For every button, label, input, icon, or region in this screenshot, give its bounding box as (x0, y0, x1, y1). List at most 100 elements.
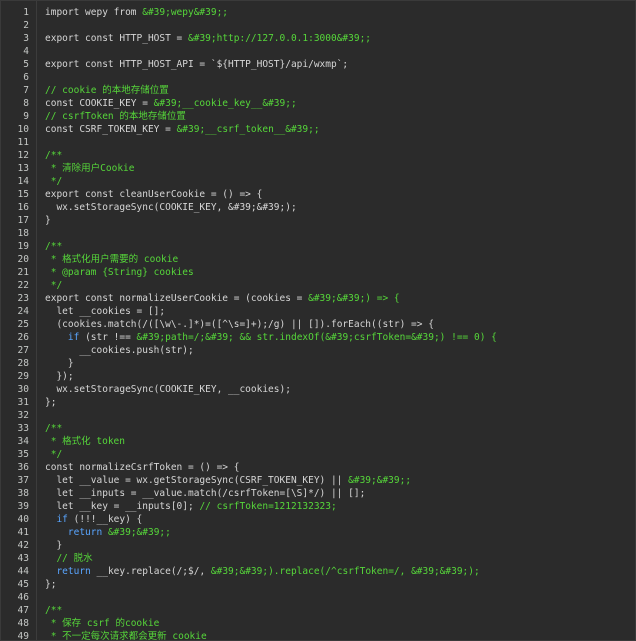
code-text: export const HTTP_HOST_API = `${HTTP_HOS… (29, 58, 348, 71)
code-area[interactable]: 1 import wepy from &#39;wepy&#39;; 2 3 expor… (1, 6, 635, 641)
code-line[interactable]: 33 /** (1, 422, 635, 435)
code-line[interactable]: 20 * 格式化用户需要的 cookie (1, 253, 635, 266)
code-line[interactable]: 19 /** (1, 240, 635, 253)
code-text: }; (29, 396, 56, 409)
code-editor[interactable]: 1 import wepy from &#39;wepy&#39;; 2 3 expor… (0, 0, 636, 641)
code-line[interactable]: 34 * 格式化 token (1, 435, 635, 448)
code-line[interactable]: 25 (cookies.match(/([\w\-.]*)=([^\s=]+);… (1, 318, 635, 331)
code-line[interactable]: 39 let __key = __inputs[0]; // csrfToken… (1, 500, 635, 513)
code-line[interactable]: 8 const COOKIE_KEY = &#39;__cookie_key__&… (1, 97, 635, 110)
code-line[interactable]: 30 wx.setStorageSync(COOKIE_KEY, __cooki… (1, 383, 635, 396)
code-line[interactable]: 32 (1, 409, 635, 422)
line-number: 23 (17, 293, 29, 304)
code-line[interactable]: 17} (1, 214, 635, 227)
line-number: 18 (17, 228, 29, 239)
code-line[interactable]: 14 */ (1, 175, 635, 188)
code-line[interactable]: 45}; (1, 578, 635, 591)
code-line[interactable]: 21 * @param {String} cookies (1, 266, 635, 279)
code-token: // csrfToken 的本地存储位置 (45, 111, 186, 122)
code-token: // cookie 的本地存储位置 (45, 85, 169, 96)
code-line[interactable]: 29 }); (1, 370, 635, 383)
line-number: 48 (17, 618, 29, 629)
line-number: 22 (17, 280, 29, 291)
code-line[interactable]: 31}; (1, 396, 635, 409)
code-text: wx.setStorageSync(COOKIE_KEY, __cookies)… (29, 383, 291, 396)
code-line[interactable]: 5 export const HTTP_HOST_API = `${HTTP_HO… (1, 58, 635, 71)
line-number: 9 (23, 111, 29, 122)
code-token: * @param {String} cookies (45, 267, 194, 278)
code-line[interactable]: 46 (1, 591, 635, 604)
code-line[interactable]: 2 (1, 19, 635, 32)
code-line[interactable]: 42 } (1, 539, 635, 552)
line-number: 39 (17, 501, 29, 512)
code-line[interactable]: 48 * 保存 csrf 的cookie (1, 617, 635, 630)
code-text: if (!!!__key) { (29, 513, 142, 526)
code-token: wx.setStorageSync(COOKIE_KEY, __cookies)… (45, 384, 291, 395)
code-text: // cookie 的本地存储位置 (29, 84, 169, 97)
code-line[interactable]: 41 return &#39;&#39;; (1, 526, 635, 539)
code-line[interactable]: 47 /** (1, 604, 635, 617)
line-number: 4 (23, 46, 29, 57)
code-token: &#39;&#39;) => { (308, 293, 400, 304)
code-line[interactable]: 6 (1, 71, 635, 84)
code-token: return (67, 527, 103, 538)
code-line[interactable]: 16 wx.setStorageSync(COOKIE_KEY, &#39;&#… (1, 201, 635, 214)
code-line[interactable]: 9 // csrfToken 的本地存储位置 (1, 110, 635, 123)
code-line[interactable]: 35 */ (1, 448, 635, 461)
line-number: 47 (17, 605, 29, 616)
code-line[interactable]: 7 // cookie 的本地存储位置 (1, 84, 635, 97)
code-line[interactable]: 4 (1, 45, 635, 58)
code-token: export const cleanUserCookie = () => { (45, 189, 263, 200)
line-number: 24 (17, 306, 29, 317)
code-line[interactable]: 11 (1, 136, 635, 149)
code-token: /** (45, 150, 63, 161)
code-line[interactable]: 27 __cookies.push(str); (1, 344, 635, 357)
code-line[interactable]: 37 let __value = wx.getStorageSync(CSRF_… (1, 474, 635, 487)
line-number: 49 (17, 631, 29, 641)
code-token: const COOKIE_KEY = (45, 98, 154, 109)
code-text: (cookies.match(/([\w\-.]*)=([^\s=]+);/g)… (29, 318, 434, 331)
code-line[interactable]: 49 * 不一定每次请求都会更新 cookie (1, 630, 635, 641)
code-line[interactable]: 24 let __cookies = []; (1, 305, 635, 318)
code-line[interactable]: 28 } (1, 357, 635, 370)
line-number: 7 (23, 85, 29, 96)
code-line[interactable]: 38 let __inputs = __value.match(/csrfTok… (1, 487, 635, 500)
code-line[interactable]: 36 const normalizeCsrfToken = () => { (1, 461, 635, 474)
line-number: 40 (17, 514, 29, 525)
code-token: } (45, 540, 63, 551)
line-number: 45 (17, 579, 29, 590)
code-line[interactable]: 13 * 清除用户Cookie (1, 162, 635, 175)
code-line[interactable]: 1 import wepy from &#39;wepy&#39;; (1, 6, 635, 19)
code-token: export const HTTP_HOST_API = `${HTTP_HOS… (45, 59, 349, 70)
code-line[interactable]: 44 return __key.replace(/;$/, &#39;&#39;… (1, 565, 635, 578)
line-number: 13 (17, 163, 29, 174)
code-line[interactable]: 3 export const HTTP_HOST = &#39;http://12… (1, 32, 635, 45)
line-number: 41 (17, 527, 29, 538)
code-text: */ (29, 279, 62, 292)
code-line[interactable]: 18 (1, 227, 635, 240)
code-token: /** (45, 241, 63, 252)
code-text: let __inputs = __value.match(/csrfToken=… (29, 487, 365, 500)
code-line[interactable]: 15 export const cleanUserCookie = () => { (1, 188, 635, 201)
code-token: export const HTTP_HOST = (45, 33, 188, 44)
code-line[interactable]: 43 // 脱水 (1, 552, 635, 565)
line-number: 20 (17, 254, 29, 265)
code-line[interactable]: 22 */ (1, 279, 635, 292)
code-text: export const cleanUserCookie = () => { (29, 188, 262, 201)
code-line[interactable]: 10 const CSRF_TOKEN_KEY = &#39;__csrf_tok… (1, 123, 635, 136)
line-number: 27 (17, 345, 29, 356)
line-number: 29 (17, 371, 29, 382)
code-token: // 脱水 (45, 553, 93, 564)
line-number: 30 (17, 384, 29, 395)
code-line[interactable]: 12 /** (1, 149, 635, 162)
code-line[interactable]: 26 if (str !== &#39;path=/;&#39; && str.… (1, 331, 635, 344)
code-text: return __key.replace(/;$/, &#39;&#39;).r… (29, 565, 479, 578)
code-line[interactable]: 23 export const normalizeUserCookie = (co… (1, 292, 635, 305)
code-text: /** (29, 604, 62, 617)
code-line[interactable]: 40 if (!!!__key) { (1, 513, 635, 526)
code-text: if (str !== &#39;path=/;&#39; && str.ind… (29, 331, 497, 344)
